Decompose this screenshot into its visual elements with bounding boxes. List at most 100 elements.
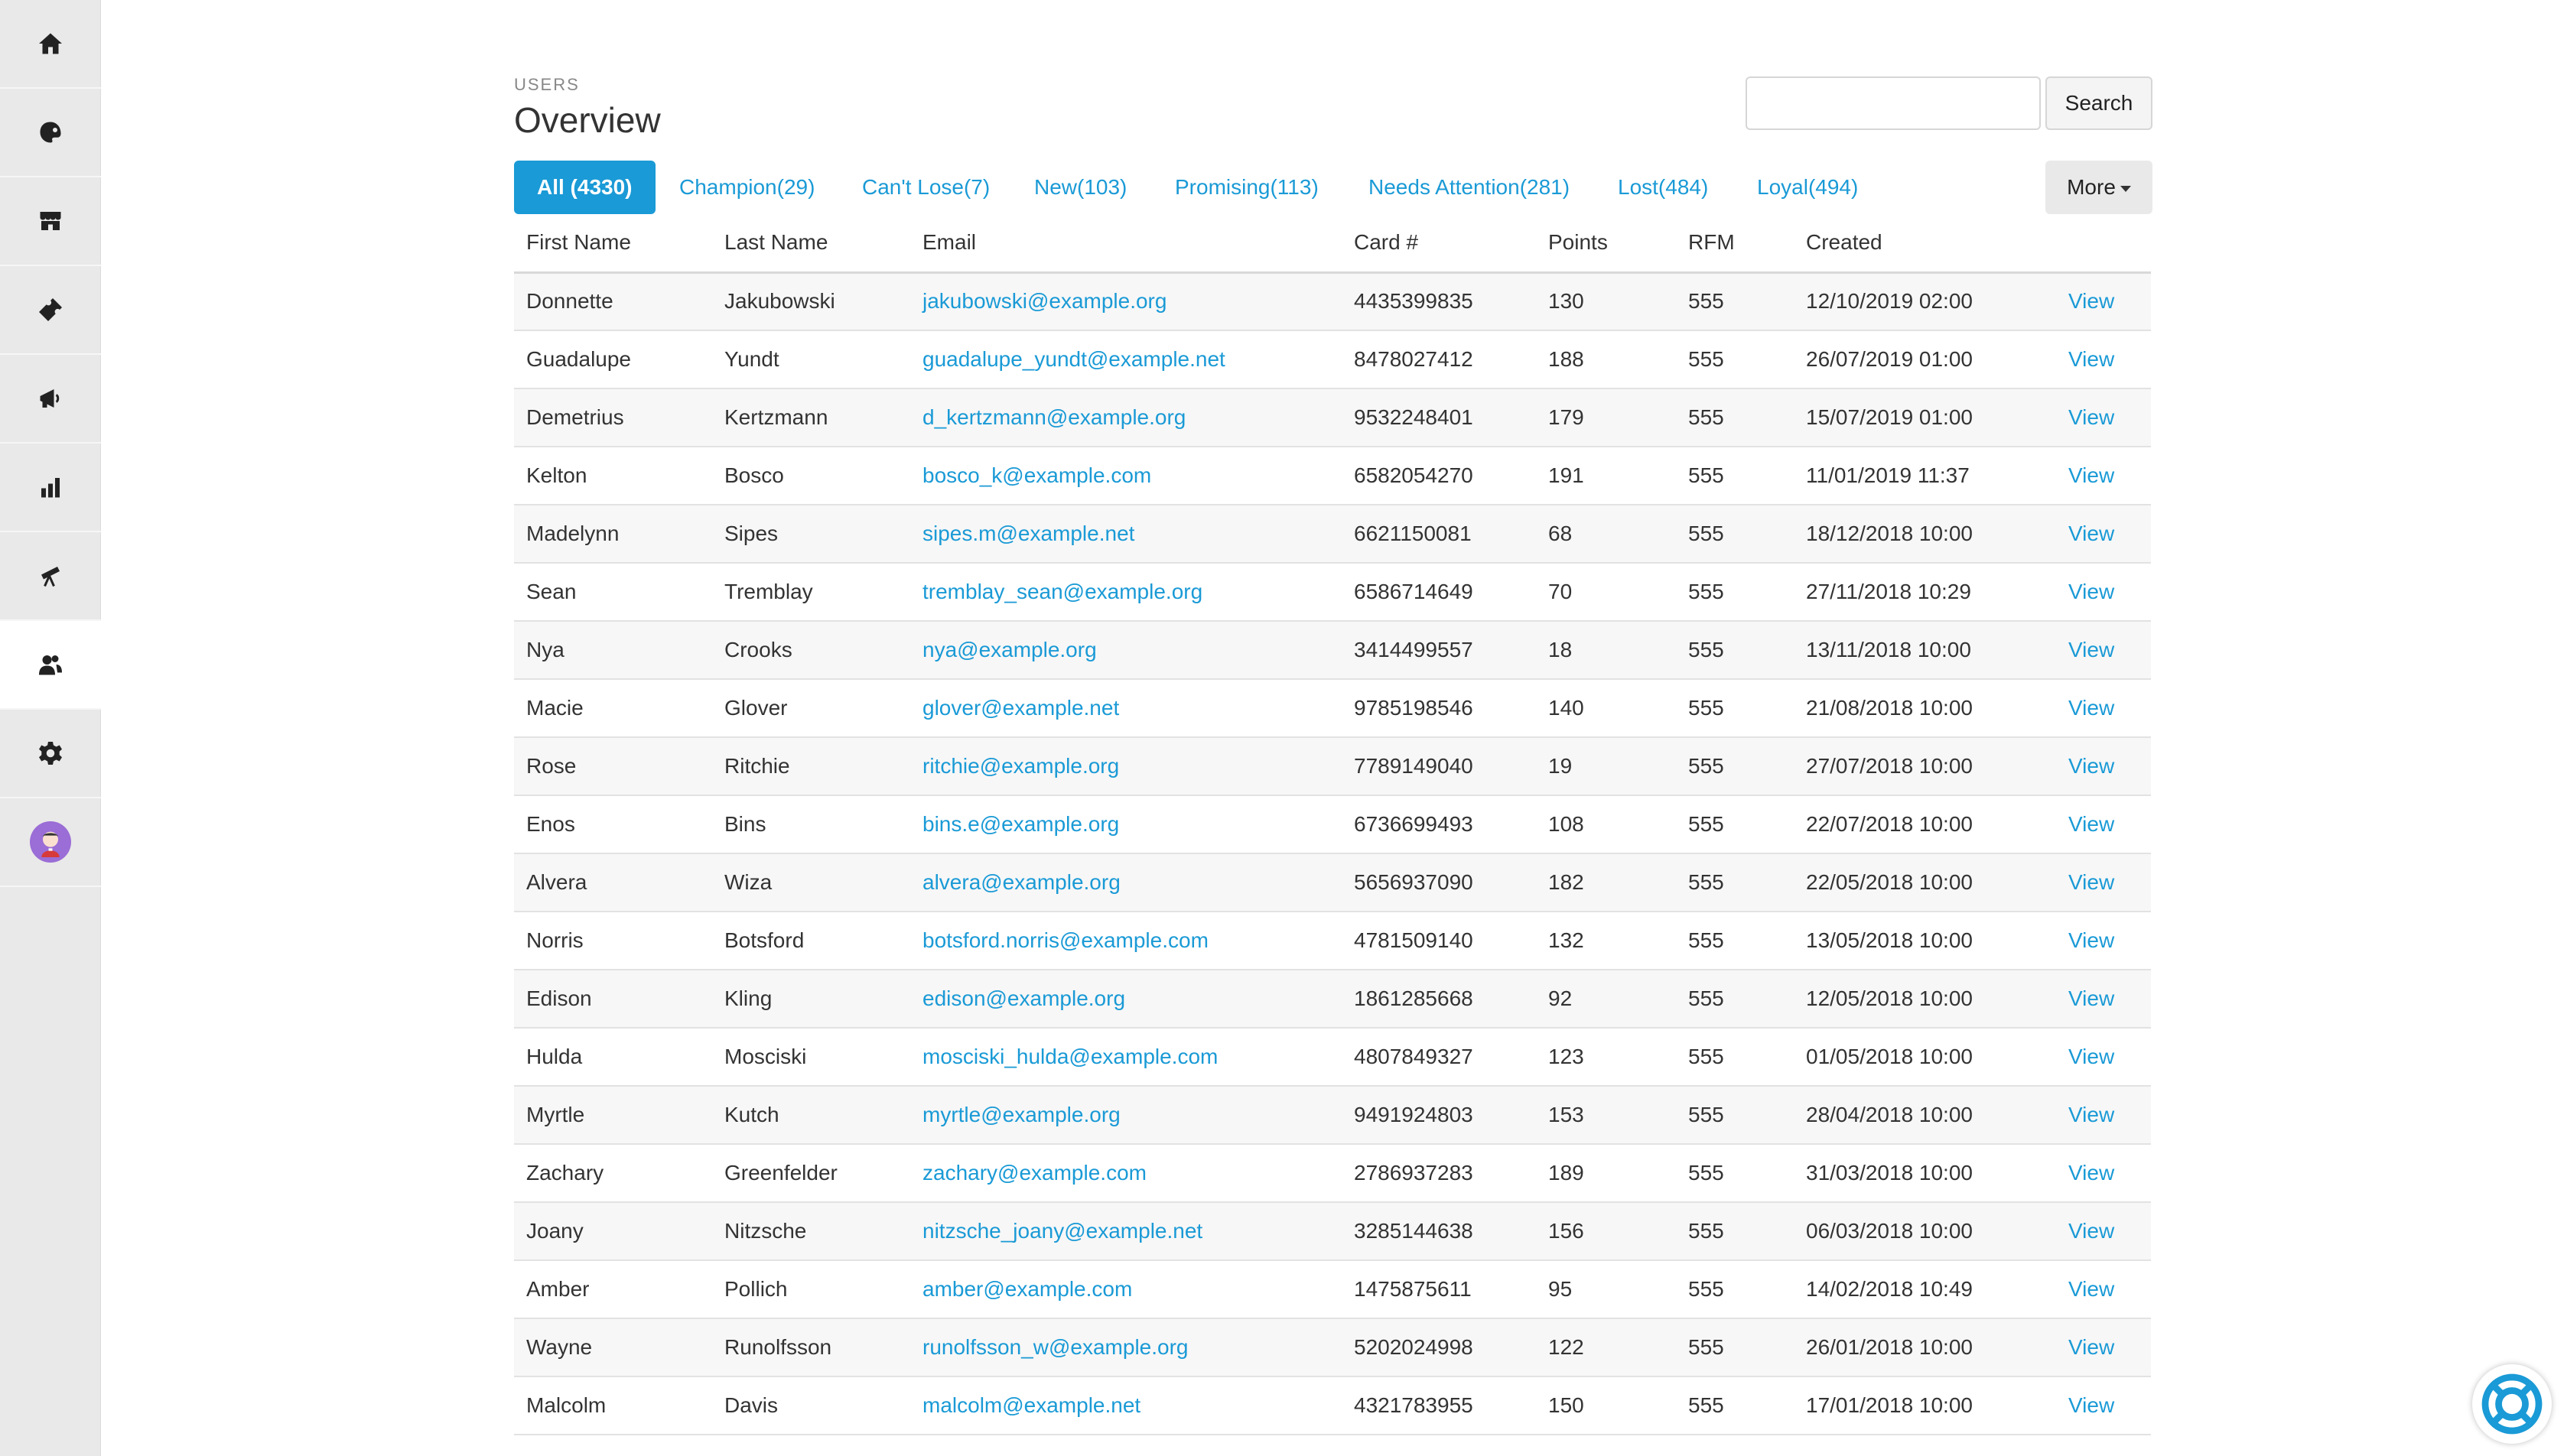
sidebar-item-store[interactable] (0, 177, 101, 266)
cell-email[interactable]: botsford.norris@example.com (910, 912, 1342, 970)
cell-email[interactable]: nitzsche_joany@example.net (910, 1202, 1342, 1261)
cell-points: 18 (1536, 621, 1676, 680)
cell-first-name: Rose (514, 737, 712, 796)
tab-new[interactable]: New(103) (1034, 161, 1127, 214)
help-widget-button[interactable] (2472, 1364, 2552, 1444)
search-button[interactable]: Search (2045, 76, 2152, 130)
column-header-rfm[interactable]: RFM (1676, 214, 1794, 274)
view-link[interactable]: View (2056, 1144, 2151, 1203)
cell-points: 179 (1536, 388, 1676, 447)
cell-email[interactable]: bins.e@example.org (910, 795, 1342, 854)
view-link[interactable]: View (2056, 1376, 2151, 1435)
search-input[interactable] (1746, 76, 2041, 130)
cell-card: 5202024998 (1342, 1318, 1536, 1377)
cell-email[interactable]: mosciski_hulda@example.com (910, 1028, 1342, 1087)
store-icon (40, 212, 61, 230)
view-link[interactable]: View (2056, 330, 2151, 389)
tab-champion[interactable]: Champion(29) (679, 161, 815, 214)
cell-email[interactable]: nya@example.org (910, 621, 1342, 680)
sidebar-item-tickets[interactable] (0, 266, 101, 355)
cell-points: 150 (1536, 1376, 1676, 1435)
tab-cant-lose[interactable]: Can't Lose(7) (862, 161, 990, 214)
cell-email[interactable]: ritchie@example.org (910, 737, 1342, 796)
tab-lost[interactable]: Lost(484) (1618, 161, 1708, 214)
cell-last-name: Botsford (712, 912, 910, 970)
cell-email[interactable]: jakubowski@example.org (910, 272, 1342, 331)
view-link[interactable]: View (2056, 1318, 2151, 1377)
view-link[interactable]: View (2056, 621, 2151, 680)
cell-card: 9532248401 (1342, 388, 1536, 447)
cell-email[interactable]: amber@example.com (910, 1260, 1342, 1319)
cell-rfm: 555 (1676, 1260, 1794, 1319)
sidebar-item-settings[interactable] (0, 710, 101, 798)
table-row: Norris Botsford botsford.norris@example.co… (514, 912, 2151, 970)
cell-last-name: Davis (712, 1376, 910, 1435)
view-link[interactable]: View (2056, 447, 2151, 505)
column-header-email[interactable]: Email (910, 214, 1342, 274)
cell-card: 4781509140 (1342, 912, 1536, 970)
bar-chart-icon (41, 478, 60, 498)
cell-email[interactable]: sipes.m@example.net (910, 505, 1342, 564)
cell-points: 189 (1536, 1144, 1676, 1203)
view-link[interactable]: View (2056, 272, 2151, 331)
cell-rfm: 555 (1676, 447, 1794, 505)
view-link[interactable]: View (2056, 1260, 2151, 1319)
cell-created: 21/08/2018 10:00 (1794, 679, 2056, 738)
view-link[interactable]: View (2056, 1202, 2151, 1261)
cell-email[interactable]: glover@example.net (910, 679, 1342, 738)
segment-tabs: All (4330) Champion(29) Can't Lose(7) Ne… (514, 161, 2151, 214)
cell-email[interactable]: bosco_k@example.com (910, 447, 1342, 505)
column-header-last-name[interactable]: Last Name (712, 214, 910, 274)
column-header-points[interactable]: Points (1536, 214, 1676, 274)
view-link[interactable]: View (2056, 912, 2151, 970)
sidebar-item-reports[interactable] (0, 444, 101, 532)
cell-rfm: 555 (1676, 737, 1794, 796)
cell-email[interactable]: tremblay_sean@example.org (910, 563, 1342, 622)
sidebar-item-profile[interactable] (0, 798, 101, 887)
column-header-card[interactable]: Card # (1342, 214, 1536, 274)
view-link[interactable]: View (2056, 795, 2151, 854)
cell-email[interactable]: zachary@example.com (910, 1144, 1342, 1203)
telescope-icon (41, 567, 60, 587)
cell-first-name: Alvera (514, 853, 712, 912)
cell-rfm: 555 (1676, 853, 1794, 912)
cell-created: 26/07/2019 01:00 (1794, 330, 2056, 389)
view-link[interactable]: View (2056, 679, 2151, 738)
tab-needs-attention[interactable]: Needs Attention(281) (1368, 161, 1570, 214)
cell-last-name: Ritchie (712, 737, 910, 796)
view-link[interactable]: View (2056, 563, 2151, 622)
more-dropdown-button[interactable]: More (2045, 161, 2152, 214)
column-header-created[interactable]: Created (1794, 214, 2056, 274)
sidebar (0, 0, 101, 1456)
cell-card: 6582054270 (1342, 447, 1536, 505)
view-link[interactable]: View (2056, 1028, 2151, 1087)
view-link[interactable]: View (2056, 388, 2151, 447)
column-header-first-name[interactable]: First Name (514, 214, 712, 274)
cell-points: 19 (1536, 737, 1676, 796)
cell-first-name: Kelton (514, 447, 712, 505)
tab-all[interactable]: All (4330) (514, 161, 656, 214)
cell-email[interactable]: myrtle@example.org (910, 1086, 1342, 1145)
cell-email[interactable]: alvera@example.org (910, 853, 1342, 912)
cell-email[interactable]: edison@example.org (910, 970, 1342, 1029)
view-link[interactable]: View (2056, 853, 2151, 912)
tab-loyal[interactable]: Loyal(494) (1757, 161, 1858, 214)
tab-promising[interactable]: Promising(113) (1175, 161, 1319, 214)
sidebar-item-users[interactable] (0, 621, 101, 710)
cell-first-name: Hulda (514, 1028, 712, 1087)
sidebar-item-insights[interactable] (0, 532, 101, 621)
cell-email[interactable]: runolfsson_w@example.org (910, 1318, 1342, 1377)
cell-email[interactable]: d_kertzmann@example.org (910, 388, 1342, 447)
cell-email[interactable]: malcolm@example.net (910, 1376, 1342, 1435)
cell-rfm: 555 (1676, 330, 1794, 389)
sidebar-item-campaigns[interactable] (0, 355, 101, 444)
view-link[interactable]: View (2056, 505, 2151, 564)
view-link[interactable]: View (2056, 737, 2151, 796)
view-link[interactable]: View (2056, 1086, 2151, 1145)
view-link[interactable]: View (2056, 970, 2151, 1029)
sidebar-item-design[interactable] (0, 89, 101, 177)
cell-email[interactable]: guadalupe_yundt@example.net (910, 330, 1342, 389)
section-label: USERS (514, 75, 580, 94)
cell-points: 130 (1536, 272, 1676, 331)
sidebar-item-home[interactable] (0, 0, 101, 89)
